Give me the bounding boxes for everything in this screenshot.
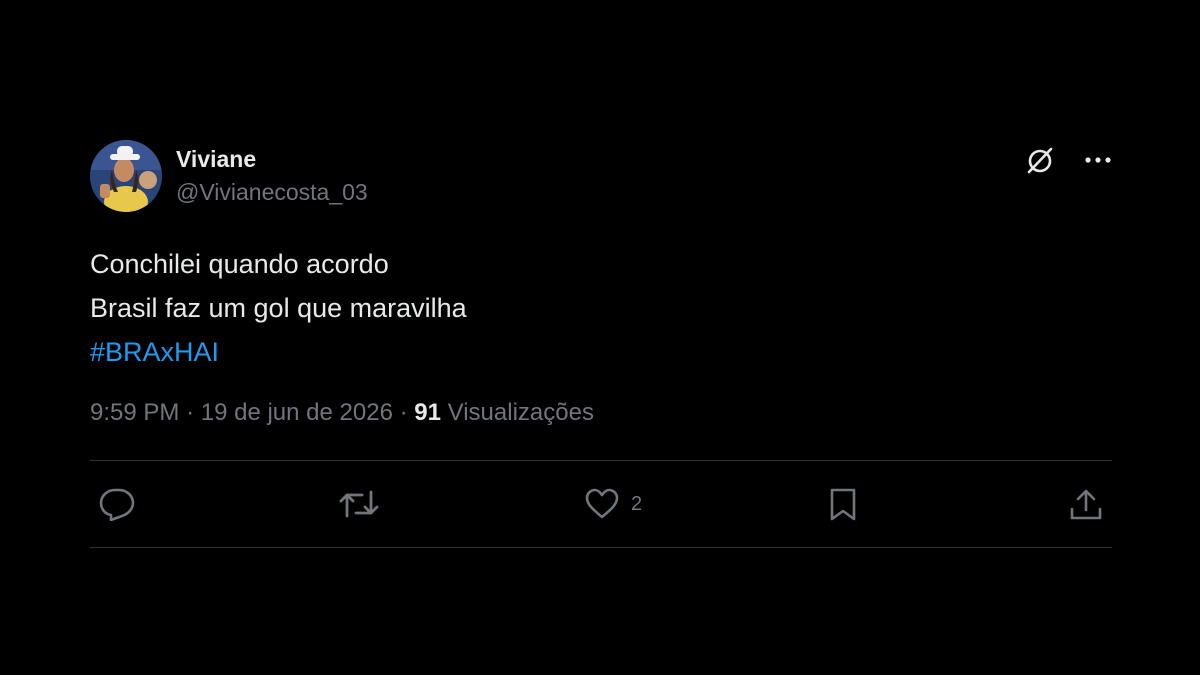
tweet-text: Conchilei quando acordo Brasil faz um go… — [90, 242, 1112, 374]
reply-icon — [99, 488, 135, 521]
meta-separator: · — [186, 399, 195, 426]
views-label[interactable]: Visualizações — [448, 399, 594, 426]
tweet-line-2: Brasil faz um gol que maravilha — [90, 293, 467, 323]
header-actions — [1024, 144, 1112, 176]
tweet-header: Viviane @Vivianecosta_03 — [90, 140, 1112, 214]
tweet-time[interactable]: 9:59 PM — [90, 399, 179, 426]
tweet-date[interactable]: 19 de jun de 2026 — [201, 399, 393, 426]
views-count[interactable]: 91 — [414, 399, 441, 426]
bookmark-button[interactable] — [828, 487, 868, 523]
more-dots-icon[interactable] — [1084, 155, 1112, 165]
retweet-button[interactable] — [338, 487, 390, 521]
tweet-line-1: Conchilei quando acordo — [90, 249, 389, 279]
reply-button[interactable] — [98, 487, 146, 521]
display-name[interactable]: Viviane — [176, 145, 368, 173]
like-button[interactable]: 2 — [583, 487, 642, 521]
user-handle[interactable]: @Vivianecosta_03 — [176, 177, 368, 207]
like-count: 2 — [631, 492, 643, 515]
heart-icon — [585, 488, 619, 519]
retweet-icon — [339, 490, 379, 518]
divider — [90, 547, 1112, 548]
hashtag-link[interactable]: #BRAxHAI — [90, 337, 219, 367]
share-icon — [1070, 489, 1102, 520]
action-bar: 2 — [90, 461, 1112, 547]
avatar[interactable] — [90, 140, 162, 212]
author-names: Viviane @Vivianecosta_03 — [176, 145, 368, 207]
tweet-meta: 9:59 PM · 19 de jun de 2026 · 91 Visuali… — [90, 398, 1112, 428]
tweet-card: Viviane @Vivianecosta_03 Conchilei quand… — [90, 140, 1112, 548]
grok-slash-icon[interactable] — [1024, 144, 1056, 176]
share-button[interactable] — [1068, 487, 1114, 523]
bookmark-icon — [830, 488, 856, 521]
meta-separator: · — [399, 399, 408, 426]
